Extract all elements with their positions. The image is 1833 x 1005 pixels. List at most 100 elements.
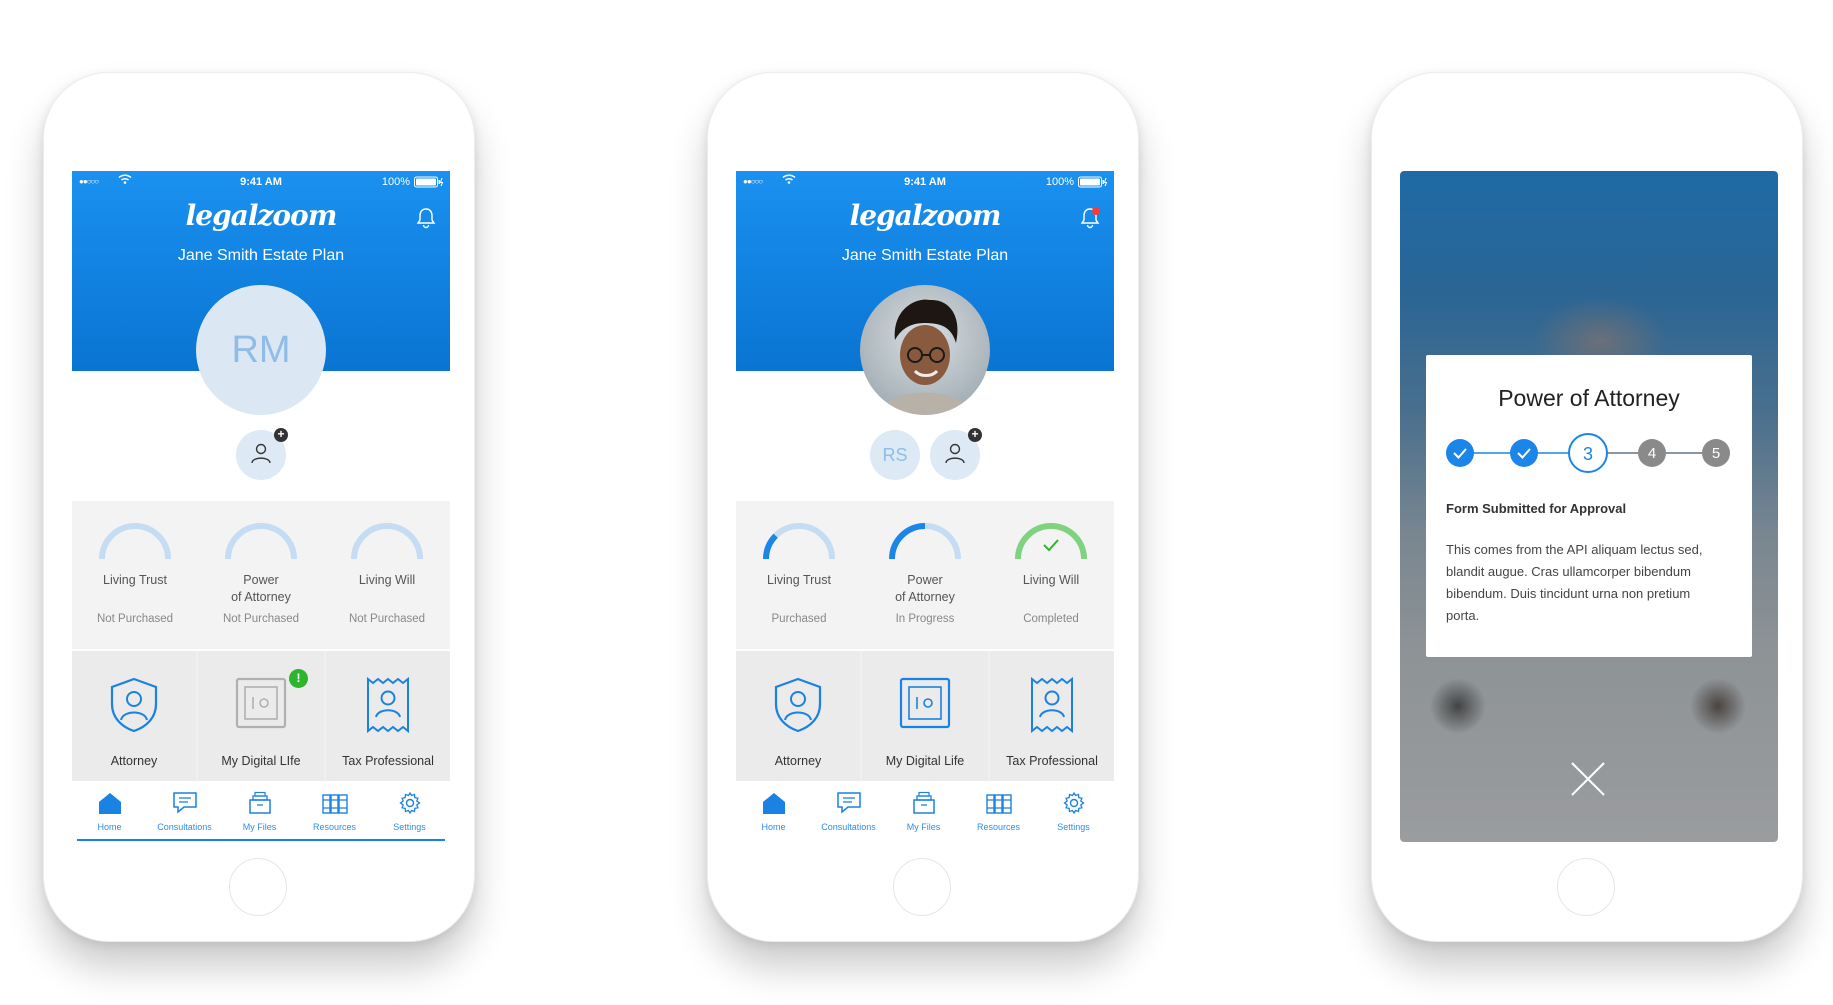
plus-icon: +	[968, 428, 982, 442]
doc-living-trust[interactable]: Living Trust Purchased	[736, 501, 862, 649]
tab-label: Consultations	[157, 822, 212, 832]
doc-power-of-attorney[interactable]: Power of Attorney Not Purchased	[198, 501, 324, 649]
tab-resources[interactable]: Resources	[297, 783, 372, 841]
tile-my-digital-life[interactable]: My Digital Life	[862, 651, 988, 781]
alert-badge: !	[289, 669, 308, 688]
step-indicator: 3 4 5	[1446, 433, 1730, 473]
books-icon	[985, 791, 1013, 820]
avatar[interactable]: RM	[196, 285, 326, 415]
tile-tax-professional[interactable]: Tax Professional	[990, 651, 1114, 781]
receipt-person-icon	[365, 676, 411, 739]
tile-label: Attorney	[110, 754, 158, 768]
member-avatar[interactable]: RS	[870, 430, 920, 480]
home-indicator-line	[77, 839, 445, 841]
doc-living-will[interactable]: Living Will Not Purchased	[324, 501, 450, 649]
battery-icon	[414, 176, 444, 191]
progress-gauge	[889, 523, 961, 560]
home-button[interactable]	[1557, 858, 1615, 916]
document-status-list: Living Trust Purchased Power of Attorney…	[736, 501, 1114, 649]
document-status-list: Living Trust Not Purchased Power of Atto…	[72, 501, 450, 649]
plan-title: Jane Smith Estate Plan	[177, 247, 345, 264]
step-2	[1510, 439, 1538, 467]
tab-label: Settings	[1057, 822, 1090, 832]
tile-attorney[interactable]: Attorney	[736, 651, 860, 781]
tab-consultations[interactable]: Consultations	[147, 783, 222, 841]
doc-label: Living Trust	[767, 573, 831, 587]
doc-power-of-attorney[interactable]: Power of Attorney In Progress	[862, 501, 988, 649]
home-button[interactable]	[893, 858, 951, 916]
tab-label: Resources	[976, 822, 1021, 832]
modal-title: Power of Attorney	[1498, 385, 1680, 411]
progress-gauge	[225, 523, 297, 560]
progress-gauge	[1015, 523, 1087, 560]
doc-label: Living Will	[1022, 573, 1080, 587]
close-icon[interactable]	[1570, 761, 1606, 802]
home-button[interactable]	[229, 858, 287, 916]
status-bar: ●●○○○ 9:41 AM 100%	[72, 174, 450, 191]
books-icon	[321, 791, 349, 820]
tab-label: My Files	[906, 822, 941, 832]
tab-consultations[interactable]: Consultations	[811, 783, 886, 841]
tile-tax-professional[interactable]: Tax Professional	[326, 651, 450, 781]
shield-person-icon	[108, 676, 160, 739]
tab-my-files[interactable]: My Files	[222, 783, 297, 841]
doc-label: Power of Attorney	[862, 572, 988, 606]
add-member-button[interactable]: +	[930, 428, 982, 480]
services-grid: Attorney My Digital Life Tax Professiona…	[736, 651, 1114, 781]
doc-label-text: Power of Attorney	[231, 573, 291, 604]
tab-label: Home	[97, 822, 122, 832]
screen-progress-modal: Power of Attorney 3 4 5 Form Submitted f…	[1400, 171, 1778, 842]
tab-bar: Home Consultations My Files Resources Se…	[736, 783, 1114, 841]
bell-icon[interactable]	[416, 207, 436, 234]
battery-percent: 100%	[1045, 176, 1074, 188]
progress-gauge	[763, 523, 835, 560]
tab-settings[interactable]: Settings	[372, 783, 447, 841]
home-icon	[97, 791, 123, 820]
plus-icon: +	[274, 428, 288, 442]
add-member-button[interactable]: +	[236, 428, 288, 480]
step-1	[1446, 439, 1474, 467]
doc-status: In Progress	[895, 613, 955, 625]
tab-label: Settings	[393, 822, 426, 832]
doc-status: Not Purchased	[348, 613, 426, 625]
gear-icon	[1062, 791, 1086, 820]
svg-text:4: 4	[1648, 445, 1656, 462]
gear-icon	[398, 791, 422, 820]
doc-living-trust[interactable]: Living Trust Not Purchased	[72, 501, 198, 649]
tab-settings[interactable]: Settings	[1036, 783, 1111, 841]
check-icon	[1043, 539, 1059, 552]
home-icon	[761, 791, 787, 820]
doc-status: Not Purchased	[222, 613, 300, 625]
doc-living-will[interactable]: Living Will Completed	[988, 501, 1114, 649]
svg-text:5: 5	[1712, 445, 1720, 462]
tab-home[interactable]: Home	[736, 783, 811, 841]
modal-subtitle: Form Submitted for Approval	[1446, 501, 1627, 516]
chat-icon	[172, 791, 198, 820]
phone-mockup-3: Power of Attorney 3 4 5 Form Submitted f…	[1371, 72, 1803, 942]
tile-my-digital-life[interactable]: ! My Digital LIfe	[198, 651, 324, 781]
avatar[interactable]	[860, 285, 990, 415]
tab-my-files[interactable]: My Files	[886, 783, 961, 841]
progress-modal: Power of Attorney 3 4 5 Form Submitted f…	[1426, 355, 1752, 657]
tab-home[interactable]: Home	[72, 783, 147, 841]
tab-label: Resources	[312, 822, 357, 832]
tab-label: Consultations	[821, 822, 876, 832]
step-4: 4	[1638, 439, 1666, 467]
tab-resources[interactable]: Resources	[961, 783, 1036, 841]
files-icon	[911, 791, 937, 820]
tab-label: Home	[761, 822, 786, 832]
modal-body: This comes from the API aliquam lectus s…	[1446, 542, 1703, 623]
doc-label: Power of Attorney	[198, 572, 324, 606]
tile-label: Tax Professional	[342, 754, 434, 768]
vault-icon	[898, 676, 952, 735]
person-icon	[249, 441, 273, 470]
doc-status: Purchased	[771, 613, 827, 625]
plan-title: Jane Smith Estate Plan	[841, 247, 1009, 264]
step-5: 5	[1702, 439, 1730, 467]
svg-text:3: 3	[1583, 444, 1593, 464]
legalzoom-logo: legalzoom	[849, 199, 1002, 232]
tile-attorney[interactable]: Attorney	[72, 651, 196, 781]
profile-photo	[860, 285, 990, 415]
receipt-person-icon	[1029, 676, 1075, 739]
doc-label: Living Trust	[103, 573, 167, 587]
